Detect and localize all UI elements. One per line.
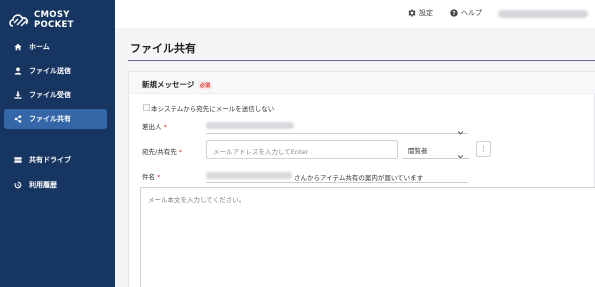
- help-label: ヘルプ: [461, 9, 482, 17]
- sidebar-item-label: ホーム: [29, 43, 50, 51]
- sender-underline: [206, 133, 468, 134]
- app-logo[interactable]: CMOSY POCKET: [8, 8, 108, 32]
- sidebar: CMOSY POCKET ホーム ファイル送信 ファイル受信 ファイル共有 共有…: [0, 0, 115, 287]
- drive-icon: [13, 155, 23, 165]
- recipient-label: 宛先/共有先 *: [142, 148, 183, 156]
- sidebar-item-file-send[interactable]: ファイル送信: [4, 61, 107, 81]
- sidebar-item-label: ファイル送信: [29, 67, 71, 75]
- settings-button[interactable]: 設定: [408, 8, 433, 18]
- page-title: ファイル共有: [130, 42, 196, 55]
- user-account-menu[interactable]: [498, 10, 588, 18]
- sender-label: 差出人 *: [142, 123, 167, 131]
- subject-label: 件名 *: [142, 173, 161, 181]
- card-header: 新規メッセージ 必須: [129, 72, 595, 94]
- share-icon: [13, 114, 23, 124]
- logo-cloud-icon: [9, 14, 29, 27]
- message-body-textarea[interactable]: メール本文を入力してください。: [140, 187, 595, 287]
- download-icon: [13, 90, 23, 100]
- sidebar-item-history[interactable]: 利用履歴: [4, 175, 107, 195]
- gear-icon: [408, 9, 416, 17]
- chevron-down-icon: [457, 145, 464, 159]
- sidebar-item-shared-drive[interactable]: 共有ドライブ: [4, 150, 107, 170]
- no-notify-checkbox[interactable]: [143, 104, 150, 111]
- help-icon: ?: [450, 9, 458, 17]
- sidebar-item-label: ファイル共有: [29, 115, 71, 123]
- required-mark: *: [178, 148, 183, 156]
- required-mark: *: [157, 173, 161, 181]
- subject-name-redacted: [206, 172, 292, 179]
- recipient-input[interactable]: メールアドレスを入力してEnter: [206, 140, 398, 159]
- svg-text:?: ?: [452, 11, 455, 17]
- new-message-card: 新規メッセージ 必須 本システムから宛先にメールを送信しない 差出人 * 宛先/…: [128, 71, 595, 287]
- home-icon: [13, 42, 23, 52]
- no-notify-label: 本システムから宛先にメールを送信しない: [151, 105, 275, 113]
- sidebar-item-home[interactable]: ホーム: [4, 37, 107, 57]
- logo-line-2: POCKET: [34, 20, 74, 30]
- logo-line-1: CMOSY: [34, 10, 70, 20]
- settings-label: 設定: [419, 9, 433, 17]
- required-mark: *: [163, 123, 167, 131]
- user-icon: [13, 66, 23, 76]
- chevron-down-icon: [457, 121, 464, 135]
- title-divider: [128, 60, 595, 61]
- section-title: 新規メッセージ: [142, 80, 195, 89]
- sidebar-item-file-receive[interactable]: ファイル受信: [4, 85, 107, 105]
- recipient-placeholder: メールアドレスを入力してEnter: [213, 148, 309, 156]
- required-badge: 必須: [198, 81, 213, 90]
- role-value: 閲覧者: [408, 147, 428, 155]
- kebab-icon: ⋮: [480, 145, 487, 153]
- body-placeholder: メール本文を入力してください。: [148, 196, 246, 204]
- role-select[interactable]: 閲覧者: [402, 140, 469, 159]
- help-button[interactable]: ? ヘルプ: [450, 8, 482, 18]
- more-options-button[interactable]: ⋮: [476, 141, 491, 157]
- sidebar-item-label: ファイル受信: [29, 91, 71, 99]
- top-header: 設定 ? ヘルプ: [115, 0, 595, 28]
- subject-suffix: さんからアイテム共有の案内が届いています: [294, 174, 424, 182]
- sidebar-item-label: 共有ドライブ: [29, 156, 71, 164]
- history-icon: [13, 180, 23, 190]
- logo-text: CMOSY POCKET: [34, 10, 74, 30]
- role-underline: [402, 158, 469, 159]
- sender-value-redacted: [206, 122, 294, 129]
- sidebar-item-label: 利用履歴: [29, 181, 57, 189]
- subject-underline: [206, 182, 468, 183]
- sidebar-item-file-share[interactable]: ファイル共有: [4, 109, 107, 129]
